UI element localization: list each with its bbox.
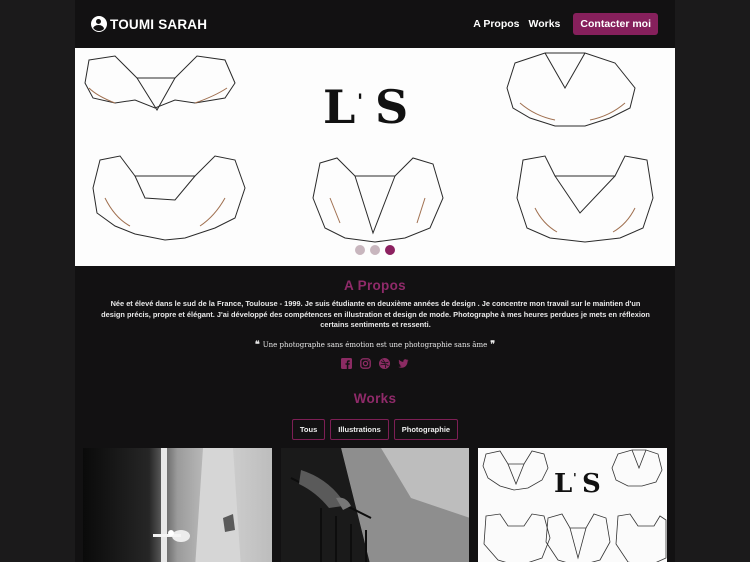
page: TOUMI SARAH A Propos Works Contacter moi [75,0,675,562]
quote-open-icon: ❝ [254,340,260,351]
fashion-sketch-bottom-center [312,157,444,243]
carousel-dot-3[interactable] [385,245,395,255]
works-gallery: L ' S [75,448,675,562]
svg-text:L: L [323,80,355,134]
quote-text: Une photographe sans émotion est une pho… [262,341,488,350]
navbar: TOUMI SARAH A Propos Works Contacter moi [75,0,675,48]
brand[interactable]: TOUMI SARAH [91,16,207,32]
brand-name: TOUMI SARAH [110,16,208,32]
instagram-icon[interactable] [360,358,371,370]
works-section: Works Tous Illustrations Photographie L … [75,391,675,562]
social-links [75,358,675,370]
dribbble-icon[interactable] [379,358,390,370]
ls-logo-mark: L ' S [323,80,408,134]
svg-text:': ' [573,471,577,485]
user-circle-icon [91,16,107,32]
carousel-slide-illustration: L ' S [84,52,654,243]
fashion-sketch-top-left [84,55,236,111]
fashion-sketch-bottom-left [92,155,246,241]
fashion-sketch-top-right [506,52,636,127]
filter-photographie-button[interactable]: Photographie [393,419,459,441]
quote-close-icon: ❞ [490,340,496,351]
fashion-sketch-bottom-right [516,155,654,243]
carousel-dot-1[interactable] [355,245,365,255]
about-section: A Propos Née et élevé dans le sud de la … [75,266,675,370]
about-title: A Propos [344,278,406,293]
gallery-photo-candle[interactable] [83,448,272,562]
svg-text:S: S [375,80,408,134]
nav-menu: A Propos Works Contacter moi [473,13,658,35]
carousel-indicators [355,245,395,255]
filter-tous-button[interactable]: Tous [291,419,326,441]
gallery-photo-staircase[interactable] [280,448,470,562]
contact-button[interactable]: Contacter moi [573,13,658,35]
nav-link-works[interactable]: Works [529,18,561,30]
facebook-icon[interactable] [341,358,352,370]
filter-illustrations-button[interactable]: Illustrations [330,419,389,441]
works-title: Works [353,391,397,407]
works-filters: Tous Illustrations Photographie [75,419,675,441]
twitter-icon[interactable] [398,358,409,369]
gallery-illustration-ls[interactable]: L ' S [478,448,668,562]
hero-carousel[interactable]: L ' S [75,48,675,266]
carousel-dot-2[interactable] [370,245,380,255]
about-text: Née et élevé dans le sud de la France, T… [101,299,650,330]
quote: ❝ Une photographe sans émotion est une p… [75,340,675,350]
nav-link-a-propos[interactable]: A Propos [473,18,519,30]
svg-text:S: S [582,469,601,499]
svg-text:L: L [554,469,572,499]
svg-text:': ' [357,89,363,113]
